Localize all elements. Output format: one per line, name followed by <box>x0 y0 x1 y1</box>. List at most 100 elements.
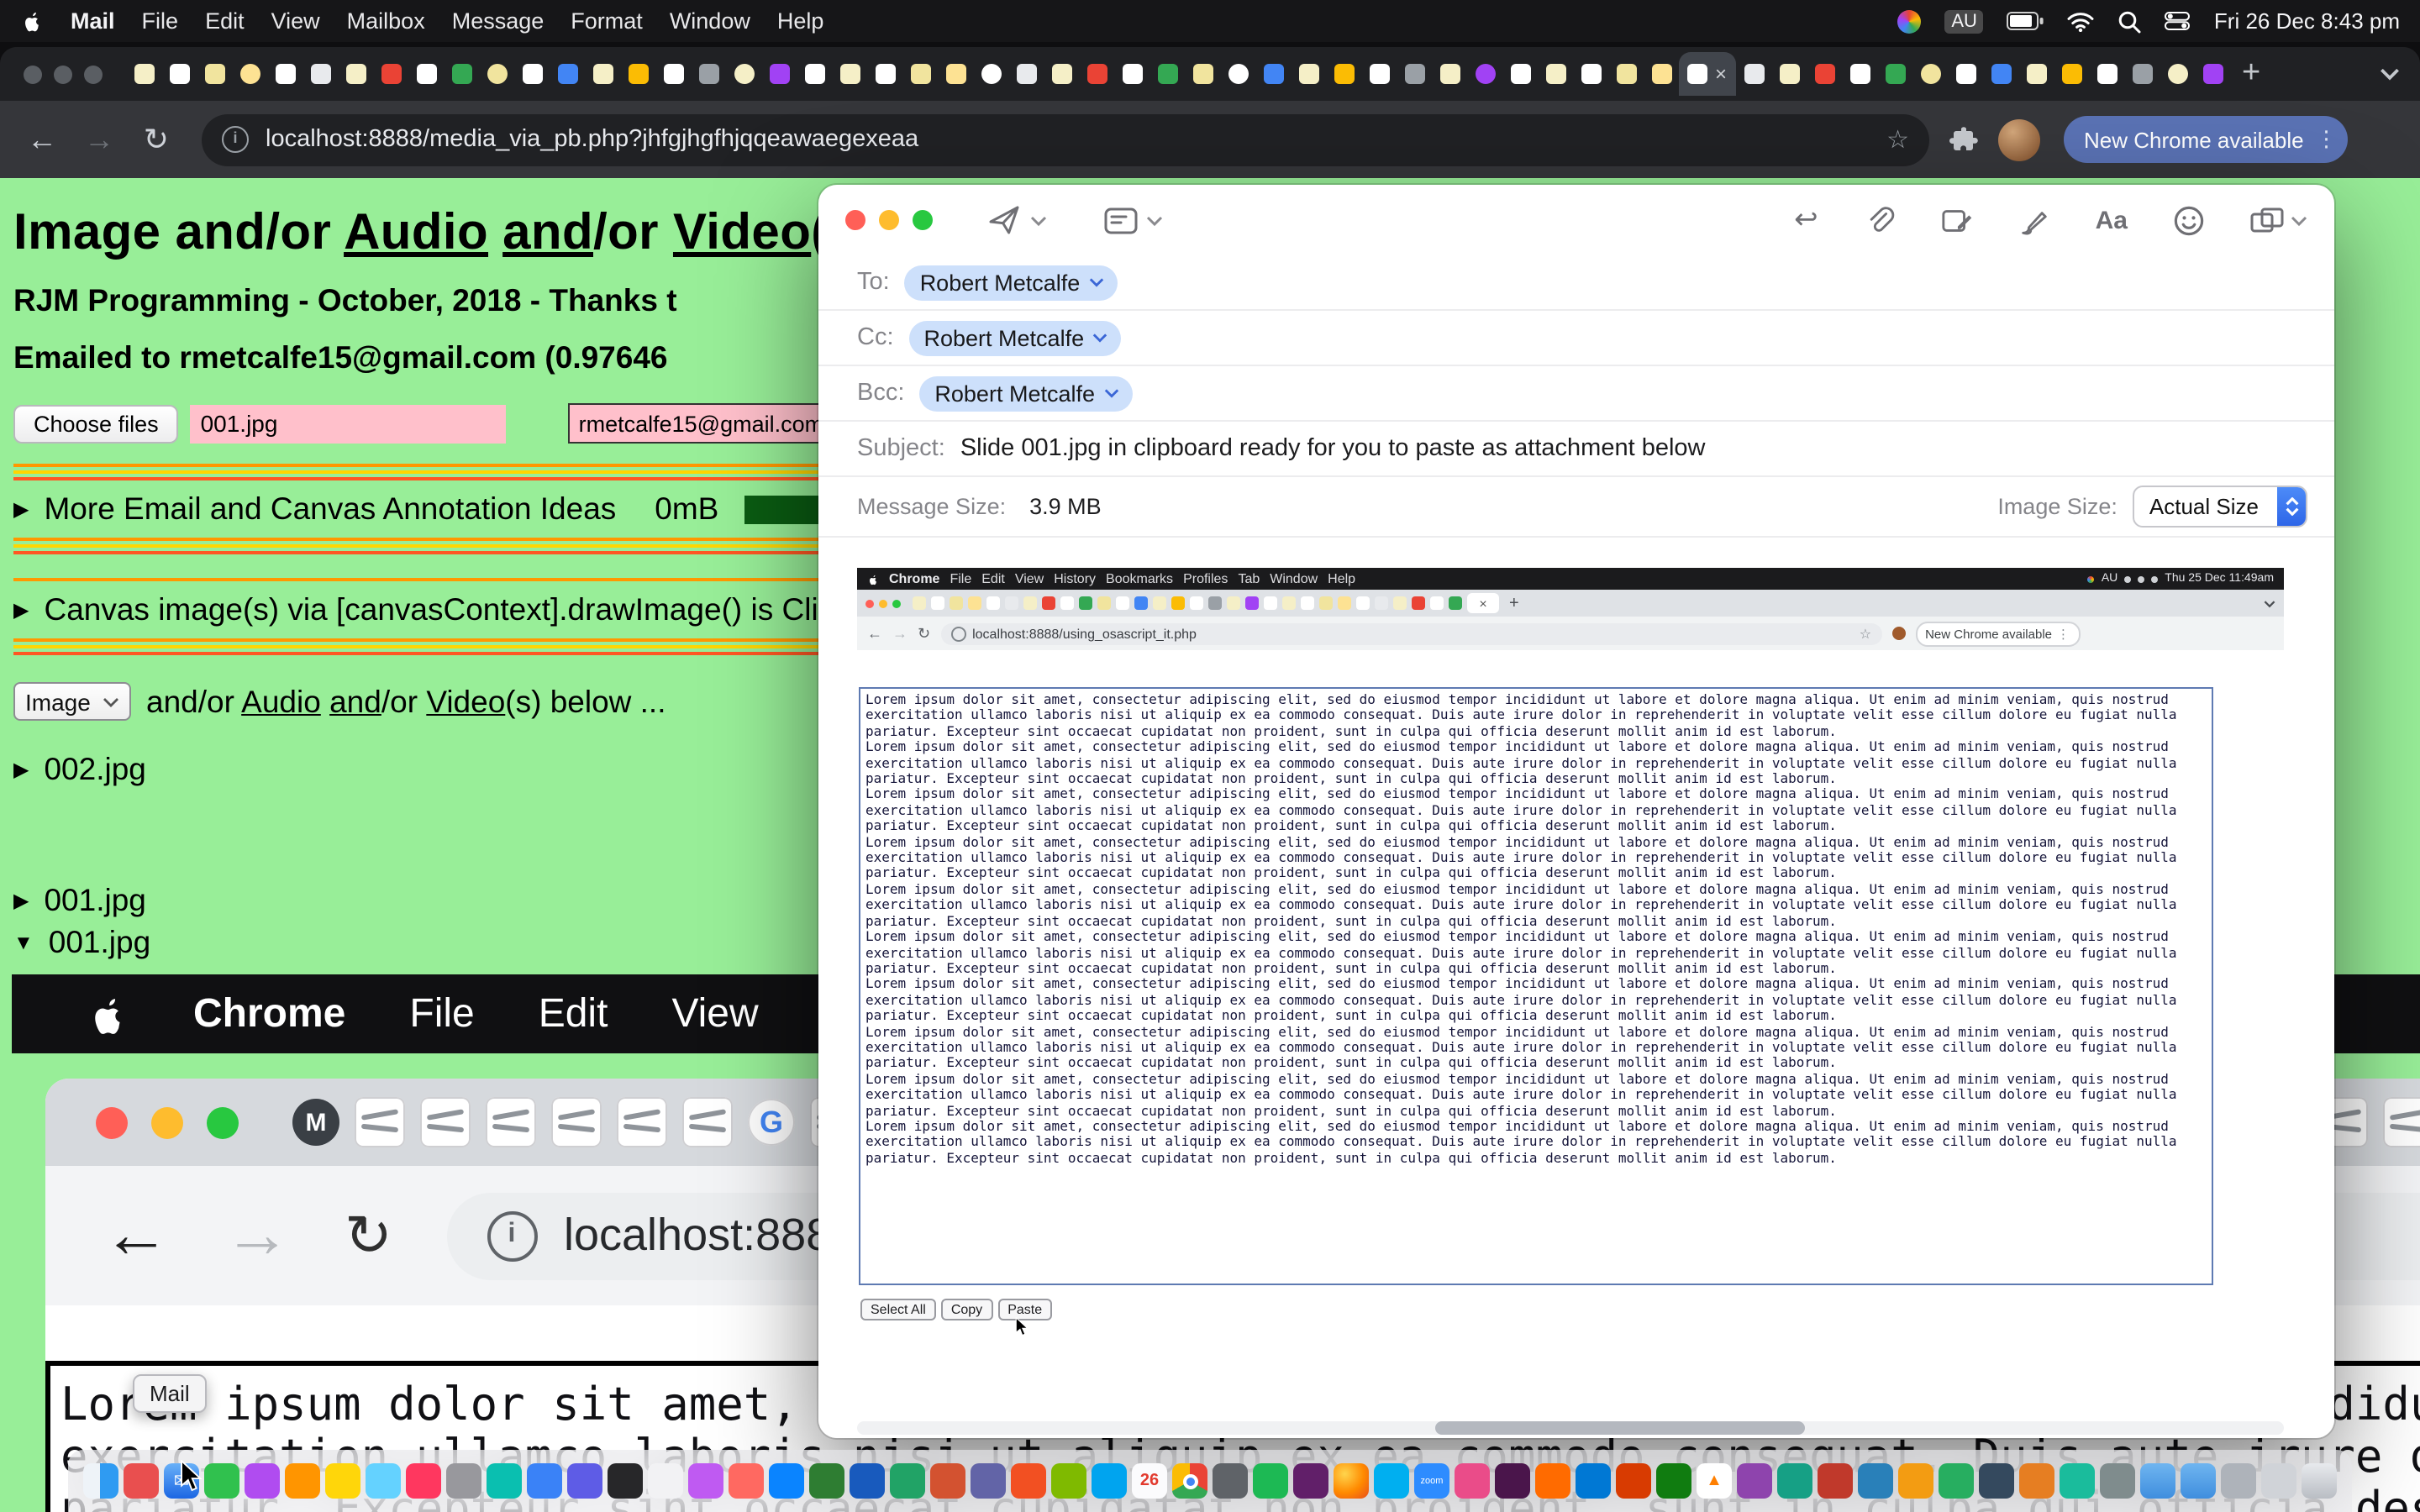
menu-window[interactable]: Window <box>670 8 750 34</box>
tab-close-icon[interactable]: × <box>1715 64 1727 84</box>
dock-icon-app-33[interactable] <box>1374 1463 1409 1499</box>
recipient-token[interactable]: Robert Metcalfe <box>919 375 1132 411</box>
image-size-select[interactable]: Actual Size <box>2133 486 2307 528</box>
dock-icon-app-18[interactable] <box>769 1463 804 1499</box>
lorem-textarea[interactable]: Lorem ipsum dolor sit amet, consectetur … <box>859 687 2213 1285</box>
and-link[interactable]: and <box>502 205 593 260</box>
header-fields-button[interactable] <box>1104 206 1163 234</box>
dock-icon-app-17[interactable] <box>729 1463 764 1499</box>
control-center-icon[interactable] <box>2165 12 2191 30</box>
cc-field-row[interactable]: Cc: Robert Metcalfe <box>818 311 2334 366</box>
spotlight-icon[interactable] <box>2118 9 2142 33</box>
menu-view[interactable]: View <box>271 8 320 34</box>
browser-tab[interactable] <box>1608 52 1644 96</box>
browser-tab[interactable] <box>867 52 902 96</box>
menu-help[interactable]: Help <box>777 8 824 34</box>
dock-icon-app-47[interactable] <box>1939 1463 1974 1499</box>
dock-icon-app-51[interactable] <box>2100 1463 2135 1499</box>
dock-icon-app-12[interactable] <box>527 1463 562 1499</box>
browser-tab[interactable] <box>1432 52 1467 96</box>
dock-icon-app-14[interactable] <box>608 1463 643 1499</box>
menu-edit[interactable]: Edit <box>205 8 245 34</box>
browser-tab[interactable] <box>1538 52 1573 96</box>
dock-icon-app-44[interactable] <box>1818 1463 1853 1499</box>
video-link[interactable]: Video <box>426 683 505 718</box>
browser-tab[interactable] <box>1877 52 1912 96</box>
bcc-field-row[interactable]: Bcc: Robert Metcalfe <box>818 366 2334 422</box>
browser-tab[interactable] <box>1185 52 1220 96</box>
chevron-down-icon[interactable] <box>1103 388 1118 398</box>
recipient-token[interactable]: Robert Metcalfe <box>909 320 1122 355</box>
dock-icon-app-9[interactable] <box>406 1463 441 1499</box>
browser-tab[interactable] <box>938 52 973 96</box>
dock-icon-app-39[interactable] <box>1616 1463 1651 1499</box>
recipient-token[interactable]: Robert Metcalfe <box>905 265 1118 300</box>
browser-tab[interactable] <box>338 52 373 96</box>
browser-tab[interactable] <box>797 52 832 96</box>
horizontal-scrollbar[interactable] <box>857 1421 2284 1435</box>
browser-tab[interactable] <box>973 52 1008 96</box>
email-input[interactable]: rmetcalfe15@gmail.com <box>569 403 855 444</box>
dock-icon-app-8[interactable] <box>366 1463 401 1499</box>
browser-tab[interactable] <box>1079 52 1114 96</box>
browser-tab[interactable] <box>2054 52 2089 96</box>
browser-tab[interactable] <box>197 52 232 96</box>
dock-icon-app-20[interactable] <box>850 1463 885 1499</box>
browser-tab[interactable] <box>232 52 267 96</box>
browser-tab[interactable] <box>267 52 302 96</box>
menu-mailbox[interactable]: Mailbox <box>347 8 425 34</box>
browser-tab[interactable] <box>1807 52 1842 96</box>
and-link[interactable]: and <box>329 683 381 718</box>
extensions-icon[interactable] <box>1949 125 1978 154</box>
browser-tab[interactable] <box>1912 52 1948 96</box>
browser-tab[interactable] <box>1983 52 2018 96</box>
browser-tab[interactable] <box>126 52 161 96</box>
dock-icon-app-31[interactable] <box>1293 1463 1328 1499</box>
dock-icon-app-45[interactable] <box>1858 1463 1893 1499</box>
dock-icon-app-11[interactable] <box>487 1463 522 1499</box>
triangle-collapsed-icon[interactable]: ▶ <box>13 758 29 781</box>
back-button[interactable]: ← <box>17 114 67 165</box>
menu-format[interactable]: Format <box>571 8 643 34</box>
dock-icon-app-2[interactable] <box>124 1463 159 1499</box>
dock-icon-chrome[interactable] <box>1172 1463 1207 1499</box>
browser-tab[interactable] <box>1255 52 1291 96</box>
dock-icon-zoom[interactable]: zoom <box>1414 1463 1449 1499</box>
new-tab-button[interactable]: + <box>2242 55 2260 92</box>
menu-message[interactable]: Message <box>452 8 544 34</box>
message-body[interactable]: Chrome FileEditViewHistoryBookmarksProfi… <box>818 538 2334 1438</box>
browser-tab[interactable] <box>691 52 726 96</box>
close-button[interactable] <box>845 210 865 230</box>
browser-tab[interactable] <box>1150 52 1185 96</box>
browser-tab[interactable] <box>2124 52 2160 96</box>
browser-tab[interactable] <box>408 52 444 96</box>
browser-tab[interactable] <box>550 52 585 96</box>
reload-button[interactable]: ↻ <box>131 114 182 165</box>
menu-extra-icon[interactable] <box>1897 9 1921 33</box>
file-name-field[interactable]: 001.jpg <box>191 404 507 443</box>
brush-button[interactable] <box>2018 204 2050 236</box>
dock-icon-firefox[interactable] <box>1334 1463 1369 1499</box>
window-minimize-button[interactable] <box>54 65 72 83</box>
attach-button[interactable] <box>1864 204 1896 236</box>
dock-icon-folder-downloads[interactable] <box>2140 1463 2175 1499</box>
browser-tab[interactable] <box>726 52 761 96</box>
menu-clock[interactable]: Fri 26 Dec 8:43 pm <box>2214 8 2400 34</box>
media-type-select[interactable]: Image <box>13 682 131 721</box>
dock-icon-app-38[interactable] <box>1576 1463 1611 1499</box>
minimize-button[interactable] <box>879 210 899 230</box>
triangle-collapsed-icon[interactable]: ▶ <box>13 598 29 622</box>
copy-button[interactable]: Copy <box>941 1299 992 1320</box>
browser-tab[interactable] <box>1326 52 1361 96</box>
forward-button[interactable]: → <box>74 114 124 165</box>
dock-icon-app-16[interactable] <box>688 1463 723 1499</box>
attached-screenshot[interactable]: Chrome FileEditViewHistoryBookmarksProfi… <box>857 568 2284 1423</box>
dock-icon-trash[interactable] <box>2302 1463 2337 1499</box>
to-field-row[interactable]: To: Robert Metcalfe <box>818 255 2334 311</box>
browser-tab[interactable] <box>1467 52 1502 96</box>
dock-icon-app-43[interactable] <box>1777 1463 1812 1499</box>
dock-icon-app-7[interactable] <box>325 1463 360 1499</box>
browser-tab[interactable] <box>1771 52 1807 96</box>
audio-link[interactable]: Audio <box>241 683 321 718</box>
subject-value[interactable]: Slide 001.jpg in clipboard ready for you… <box>960 435 1706 462</box>
